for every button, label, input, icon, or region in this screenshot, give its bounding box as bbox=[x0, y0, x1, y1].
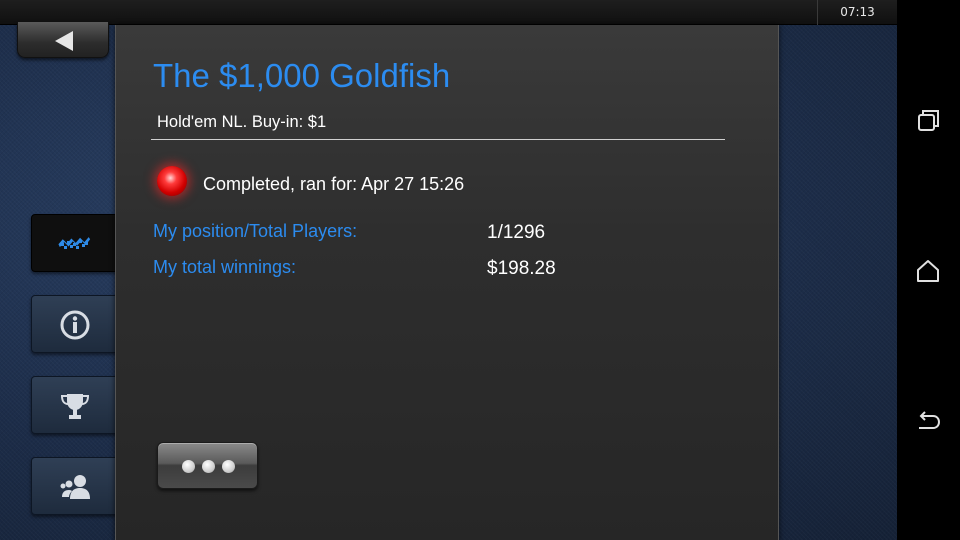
more-dot-icon bbox=[202, 460, 215, 473]
status-time: 07:13 bbox=[817, 0, 897, 25]
system-back-button[interactable] bbox=[911, 404, 945, 438]
checkered-flag-icon bbox=[58, 237, 91, 249]
back-arrow-icon bbox=[55, 31, 73, 51]
info-label: My position/Total Players: bbox=[153, 221, 358, 241]
tab-results[interactable] bbox=[31, 214, 144, 272]
recent-apps-button[interactable] bbox=[911, 104, 945, 138]
more-options-button[interactable] bbox=[157, 442, 258, 489]
tournament-title: The $1,000 Goldfish bbox=[153, 57, 451, 94]
recent-apps-icon bbox=[918, 110, 939, 131]
info-icon bbox=[60, 310, 90, 340]
tournament-subtitle: Hold'em NL. Buy-in: $1 bbox=[157, 113, 327, 131]
back-icon bbox=[919, 411, 941, 429]
back-button[interactable] bbox=[17, 22, 109, 58]
tournament-panel: The $1,000 Goldfish Hold'em NL. Buy-in: … bbox=[115, 25, 779, 540]
info-value: 1/1296 bbox=[487, 222, 546, 243]
home-button[interactable] bbox=[911, 254, 945, 288]
trophy-icon bbox=[60, 394, 90, 419]
tab-info[interactable] bbox=[31, 295, 117, 353]
status-indicator-light bbox=[157, 166, 187, 196]
android-nav-bar bbox=[897, 0, 960, 540]
home-icon bbox=[917, 260, 939, 282]
info-label: My total winnings: bbox=[153, 257, 297, 277]
divider bbox=[151, 139, 725, 140]
tab-players[interactable] bbox=[31, 457, 117, 515]
more-dot-icon bbox=[182, 460, 195, 473]
more-dot-icon bbox=[222, 460, 235, 473]
info-value: $198.28 bbox=[487, 258, 556, 279]
tab-prizes[interactable] bbox=[31, 376, 117, 434]
players-icon bbox=[60, 475, 90, 499]
status-bar: 07:13 bbox=[0, 0, 897, 25]
status-text: Completed, ran for: Apr 27 15:26 bbox=[203, 174, 465, 194]
